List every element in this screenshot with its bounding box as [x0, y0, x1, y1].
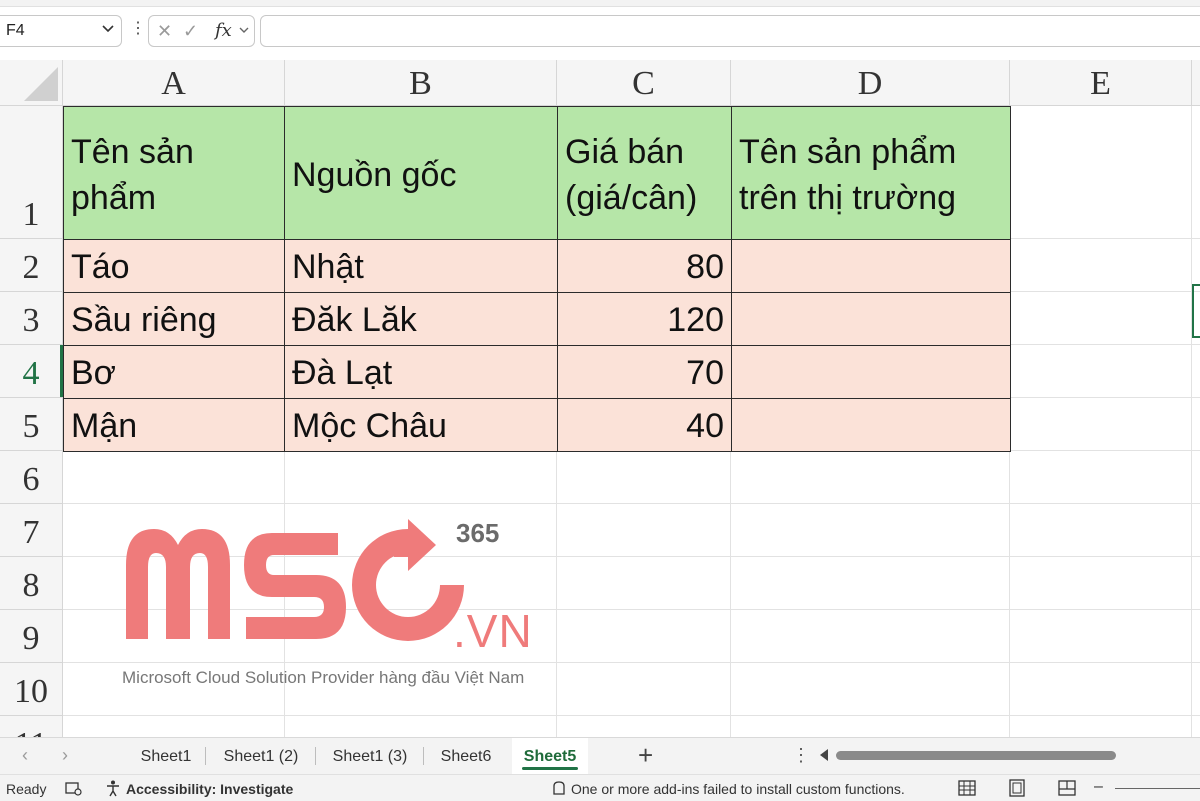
row-header-5[interactable]: 5 — [0, 398, 63, 451]
enter-icon[interactable]: ✓ — [183, 22, 198, 40]
cell-c2[interactable]: 80 — [557, 239, 732, 293]
more-options-icon[interactable]: ⋮ — [792, 746, 810, 764]
column-header-e[interactable]: E — [1010, 60, 1192, 106]
title-strip — [0, 0, 1200, 7]
row-header-7[interactable]: 7 — [0, 504, 63, 557]
column-header-b[interactable]: B — [285, 60, 557, 106]
row-header-1[interactable]: 1 — [0, 106, 63, 239]
cell-a1[interactable]: Tên sản phẩm — [63, 106, 285, 240]
status-ready: Ready — [6, 781, 47, 797]
column-header-d[interactable]: D — [731, 60, 1010, 106]
row-header-10[interactable]: 10 — [0, 663, 63, 716]
row-header-9[interactable]: 9 — [0, 610, 63, 663]
zoom-out-button[interactable]: – — [1094, 778, 1103, 796]
formula-controls: ✕ ✓ fx — [148, 15, 255, 47]
row-header-3[interactable]: 3 — [0, 292, 63, 345]
chevron-right-icon[interactable]: › — [62, 746, 68, 764]
cell-b5[interactable]: Mộc Châu — [284, 398, 558, 452]
macro-record-icon[interactable] — [64, 779, 82, 797]
add-sheet-button[interactable]: + — [638, 742, 653, 768]
cell-a2[interactable]: Táo — [63, 239, 285, 293]
cell-a5[interactable]: Mận — [63, 398, 285, 452]
column-header-a[interactable]: A — [63, 60, 285, 106]
cell-d1[interactable]: Tên sản phẩm trên thị trường — [731, 106, 1011, 240]
cell-d4[interactable] — [731, 345, 1011, 399]
insert-function-icon[interactable]: fx — [215, 20, 232, 41]
status-bar: Ready Accessibility: Investigate One or … — [0, 774, 1200, 801]
column-header-f[interactable] — [1192, 60, 1200, 106]
normal-view-icon[interactable] — [958, 779, 976, 797]
select-all-corner[interactable] — [0, 60, 63, 106]
name-box-value: F4 — [6, 22, 25, 39]
name-box[interactable]: F4 — [0, 15, 122, 47]
accessibility-status[interactable]: Accessibility: Investigate — [126, 781, 293, 797]
cell-b4[interactable]: Đà Lạt — [284, 345, 558, 399]
chevron-left-icon[interactable]: ‹ — [22, 746, 28, 764]
tab-sheet6[interactable]: Sheet6 — [424, 738, 508, 774]
page-layout-view-icon[interactable] — [1008, 779, 1026, 797]
cell-a4[interactable]: Bơ — [63, 345, 285, 399]
logo-suffix: .VN — [453, 605, 533, 657]
add-in-warning-icon — [553, 781, 565, 795]
logo-tagline: Microsoft Cloud Solution Provider hàng đ… — [122, 668, 525, 687]
cell-d2[interactable] — [731, 239, 1011, 293]
row-header-8[interactable]: 8 — [0, 557, 63, 610]
gridline — [63, 715, 1200, 716]
cell-b2[interactable]: Nhật — [284, 239, 558, 293]
tab-sheet1[interactable]: Sheet1 — [126, 738, 206, 774]
cell-d5[interactable] — [731, 398, 1011, 452]
cell-b1[interactable]: Nguồn gốc — [284, 106, 558, 240]
sheet-tab-bar: ‹ › Sheet1 Sheet1 (2) Sheet1 (3) Sheet6 … — [0, 737, 1200, 774]
cell-c5[interactable]: 40 — [557, 398, 732, 452]
formula-bar: F4 ⋮ ✕ ✓ fx — [0, 7, 1200, 53]
horizontal-scrollbar[interactable] — [836, 751, 1116, 760]
row-header-6[interactable]: 6 — [0, 451, 63, 504]
accessibility-icon[interactable] — [104, 779, 122, 797]
cancel-icon[interactable]: ✕ — [157, 22, 172, 40]
row-header-2[interactable]: 2 — [0, 239, 63, 292]
zoom-slider[interactable] — [1115, 788, 1200, 789]
cell-c4[interactable]: 70 — [557, 345, 732, 399]
formula-input[interactable] — [260, 15, 1200, 47]
cell-c3[interactable]: 120 — [557, 292, 732, 346]
tab-sheet1-2[interactable]: Sheet1 (2) — [206, 738, 316, 774]
row-header-11[interactable]: 11 — [0, 716, 63, 737]
gridline — [1191, 106, 1192, 737]
row-header-4[interactable]: 4 — [0, 345, 63, 398]
active-cell-f4[interactable] — [1192, 284, 1200, 338]
more-options-icon[interactable]: ⋮ — [130, 21, 146, 37]
chevron-down-icon[interactable] — [101, 21, 115, 35]
gridline — [63, 503, 1200, 504]
cell-d3[interactable] — [731, 292, 1011, 346]
scroll-left-icon[interactable] — [820, 749, 828, 761]
chevron-down-icon[interactable] — [238, 24, 250, 36]
add-in-message[interactable]: One or more add-ins failed to install cu… — [571, 781, 905, 797]
tab-sheet5[interactable]: Sheet5 — [512, 738, 588, 774]
cell-b3[interactable]: Đăk Lăk — [284, 292, 558, 346]
tab-sheet1-3[interactable]: Sheet1 (3) — [316, 738, 424, 774]
column-header-c[interactable]: C — [557, 60, 731, 106]
logo-superscript: 365 — [456, 518, 500, 548]
cell-c1[interactable]: Giá bán (giá/cân) — [557, 106, 732, 240]
active-tab-indicator — [522, 767, 578, 770]
cell-a3[interactable]: Sầu riêng — [63, 292, 285, 346]
page-break-view-icon[interactable] — [1058, 779, 1076, 797]
